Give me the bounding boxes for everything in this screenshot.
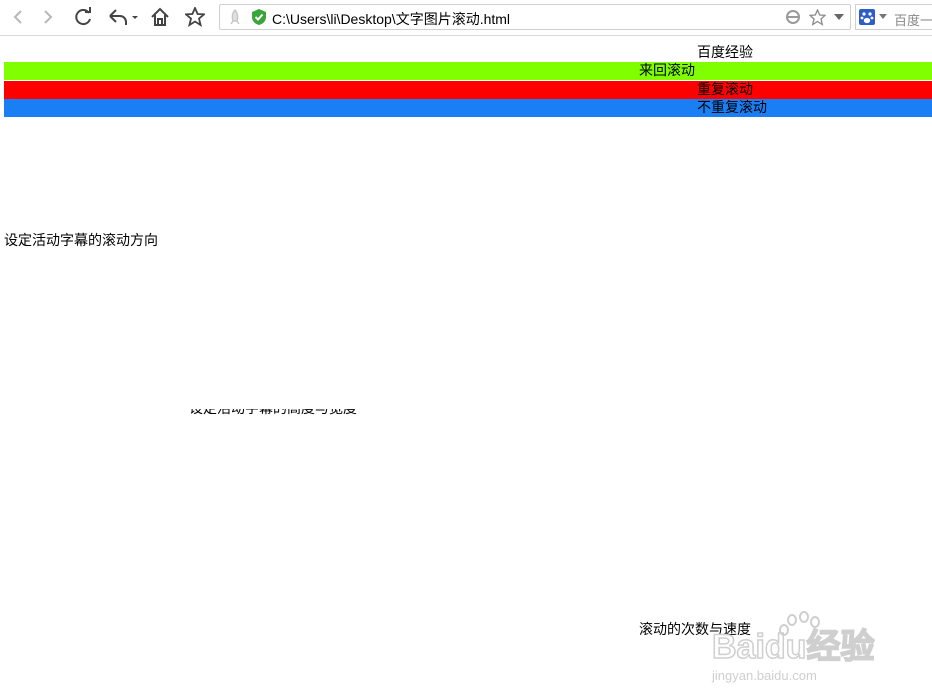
search-engine-dropdown-icon[interactable] — [879, 14, 887, 20]
back-forth-marquee-text: 来回滚动 — [639, 63, 695, 79]
page-content: 百度经验 来回滚动 重复滚动 不重复滚动 设定活动字幕的滚动方向 设定活动字幕的… — [0, 37, 932, 683]
search-box[interactable]: 百度一 — [855, 4, 932, 30]
dropdown-arrow-icon[interactable] — [834, 14, 844, 22]
browser-toolbar: C:\Users\li\Desktop\文字图片滚动.html 百度一 — [0, 0, 932, 36]
address-bar[interactable]: C:\Users\li\Desktop\文字图片滚动.html — [219, 4, 851, 30]
watermark-url: jingyan.baidu.com — [712, 668, 817, 683]
back-button[interactable] — [4, 4, 32, 30]
ie-compat-icon[interactable] — [785, 9, 801, 25]
undo-icon — [109, 9, 138, 25]
refresh-button[interactable] — [70, 4, 98, 30]
heading-marquee: 百度经验 — [697, 45, 753, 61]
repeat-marquee-text: 重复滚动 — [697, 82, 753, 98]
forward-arrow-icon — [44, 10, 53, 24]
speed-marquee: 滚动的次数与速度 — [639, 622, 751, 638]
no-repeat-marquee-bar: 不重复滚动 — [4, 99, 932, 117]
home-icon — [151, 7, 169, 26]
size-marquee: 设定活动字幕的高度与宽度 — [189, 409, 357, 417]
search-placeholder: 百度一 — [894, 14, 932, 29]
back-arrow-icon — [13, 10, 22, 24]
favorite-star-icon[interactable] — [809, 9, 826, 26]
direction-marquee: 设定活动字幕的滚动方向 — [4, 233, 158, 249]
rocket-icon — [230, 9, 240, 25]
undo-close-button[interactable] — [104, 4, 140, 30]
home-button[interactable] — [146, 4, 174, 30]
refresh-icon — [75, 7, 91, 26]
address-text: C:\Users\li\Desktop\文字图片滚动.html — [272, 11, 511, 27]
size-marquee-clip: 设定活动字幕的高度与宽度 — [189, 409, 409, 418]
baidu-paw-icon[interactable] — [859, 9, 875, 25]
back-forth-marquee-bar: 来回滚动 — [4, 62, 932, 80]
star-icon — [185, 7, 205, 27]
repeat-marquee-bar: 重复滚动 — [4, 81, 932, 99]
shield-check-icon — [252, 9, 266, 25]
forward-button[interactable] — [34, 4, 62, 30]
bookmark-button[interactable] — [181, 4, 209, 30]
no-repeat-marquee-text: 不重复滚动 — [697, 100, 767, 116]
